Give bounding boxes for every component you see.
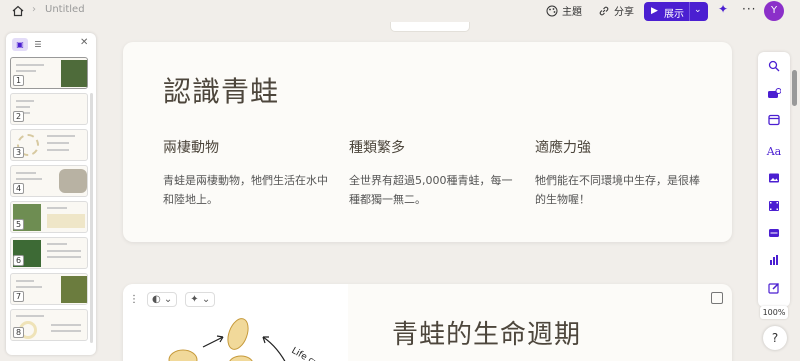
slide-title[interactable]: 青蛙的生命週期 [392, 314, 581, 351]
palette-icon [546, 5, 558, 16]
text-format-icon[interactable]: Aa [766, 144, 782, 160]
share-button[interactable]: 分享 [598, 3, 634, 18]
home-icon[interactable] [12, 5, 24, 17]
slide-thumbnail[interactable]: 4 [10, 165, 88, 197]
column-heading: 種類繁多 [349, 140, 405, 156]
slide-drag-handle[interactable] [390, 22, 470, 32]
list-view-tab[interactable]: ☰ [30, 38, 46, 51]
column-body: 青蛙是兩棲動物，牠們生活在水中和陸地上。 [163, 174, 328, 206]
slide-thumbnail[interactable]: 7 [10, 273, 88, 305]
slide-title[interactable]: 認識青蛙 [163, 70, 279, 110]
layout-icon[interactable] [766, 114, 782, 130]
document-title[interactable]: Untitled [45, 4, 85, 15]
search-icon[interactable] [766, 60, 782, 76]
insert-toolbar: Aa [758, 52, 790, 307]
slide-card[interactable]: ⋮ ◐ ⌄ ✦ ⌄ Life cycle 青蛙的生命週期 [123, 284, 732, 361]
avatar[interactable]: Y [764, 1, 784, 21]
column-heading: 適應力強 [535, 140, 591, 156]
main-scrollbar[interactable] [792, 70, 797, 106]
present-divider [689, 2, 690, 21]
thumbnail-view-tab[interactable]: ▣ [12, 38, 28, 51]
image-icon[interactable] [766, 172, 782, 188]
breadcrumb-chevron-icon: › [32, 4, 36, 15]
theme-button[interactable]: 主題 [546, 3, 582, 18]
chevron-down-icon[interactable]: ⌄ [694, 5, 702, 15]
content-column[interactable]: 種類繁多 全世界有超過5,000種青蛙，每一種都獨一無二。 [349, 137, 514, 209]
link-icon [599, 6, 609, 15]
slide-thumbnail-panel: ▣ ☰ ✕ 1 2 3 4 5 6 7 8 [6, 33, 96, 355]
slide-card[interactable]: 認識青蛙 兩棲動物 青蛙是兩棲動物，牠們生活在水中和陸地上。 種類繁多 全世界有… [123, 42, 732, 242]
drag-dots-icon[interactable]: ⋮ [129, 294, 139, 305]
slide-number: 3 [13, 147, 24, 158]
embed-icon[interactable] [766, 227, 782, 243]
card-ai-button[interactable]: ✦ ⌄ [185, 292, 216, 307]
ai-sparkle-icon[interactable]: ✦ [718, 2, 728, 16]
close-icon[interactable]: ✕ [80, 37, 88, 48]
slide-number: 2 [13, 111, 24, 122]
slide-number: 7 [13, 291, 24, 302]
column-heading: 兩棲動物 [163, 140, 219, 156]
card-toolbar: ⋮ ◐ ⌄ ✦ ⌄ [129, 292, 216, 307]
slide-number: 4 [13, 183, 24, 194]
content-column[interactable]: 適應力強 牠們能在不同環境中生存，是很棒的生物喔！ [535, 137, 700, 209]
card-style-button[interactable]: ◐ ⌄ [147, 292, 178, 307]
more-options-icon[interactable]: ··· [742, 2, 756, 16]
share-label: 分享 [614, 7, 634, 18]
card-menu-icon[interactable] [711, 292, 723, 304]
slide-thumbnail[interactable]: 1 [10, 57, 88, 89]
help-button[interactable]: ? [763, 326, 787, 350]
present-label: 展示 [664, 9, 684, 20]
diagram-label: Life cycle [290, 346, 332, 361]
add-card-icon[interactable] [766, 88, 782, 104]
column-body: 牠們能在不同環境中生存，是很棒的生物喔！ [535, 174, 700, 206]
edit-icon[interactable] [766, 282, 782, 298]
slide-number: 5 [13, 219, 24, 230]
life-cycle-diagram[interactable]: ⋮ ◐ ⌄ ✦ ⌄ Life cycle [123, 284, 348, 361]
slide-thumbnail[interactable]: 2 [10, 93, 88, 125]
slide-thumbnail[interactable]: 8 [10, 309, 88, 341]
play-icon: ▶ [651, 6, 658, 16]
zoom-level[interactable]: 100% [760, 306, 788, 319]
slide-thumbnail[interactable]: 3 [10, 129, 88, 161]
top-bar: › Untitled 主題 分享 ▶ 展示 ⌄ ✦ ··· Y [0, 0, 800, 22]
column-body: 全世界有超過5,000種青蛙，每一種都獨一無二。 [349, 174, 513, 206]
slide-number: 1 [13, 75, 24, 86]
slide-thumbnail[interactable]: 6 [10, 237, 88, 269]
theme-label: 主題 [562, 7, 582, 18]
panel-view-tabs: ▣ ☰ [12, 38, 46, 51]
present-button[interactable]: ▶ 展示 ⌄ [644, 2, 708, 21]
video-icon[interactable] [766, 200, 782, 216]
slide-thumbnail[interactable]: 5 [10, 201, 88, 233]
life-cycle-illustration: Life cycle [168, 318, 332, 361]
content-column[interactable]: 兩棲動物 青蛙是兩棲動物，牠們生活在水中和陸地上。 [163, 137, 328, 209]
slide-number: 6 [13, 255, 24, 266]
panel-scrollbar[interactable] [90, 93, 93, 343]
slide-number: 8 [13, 327, 24, 338]
chart-icon[interactable] [766, 254, 782, 270]
